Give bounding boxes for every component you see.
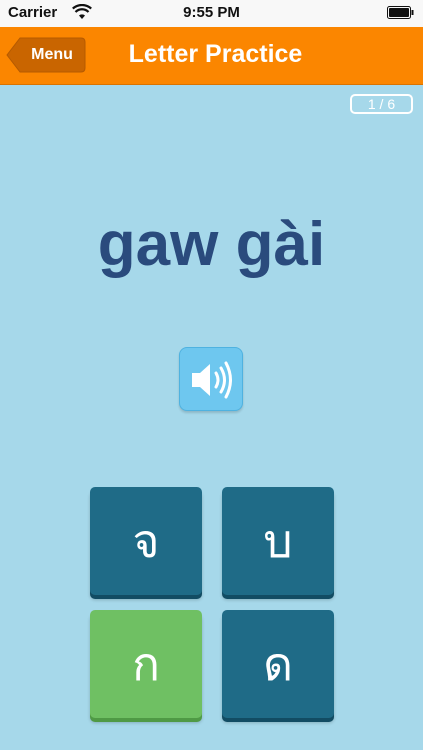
battery-icon — [387, 6, 414, 19]
answer-tile[interactable]: บ — [222, 487, 334, 595]
answer-tile[interactable]: จ — [90, 487, 202, 595]
progress-badge: 1 / 6 — [350, 94, 413, 114]
answer-tile[interactable]: ด — [222, 610, 334, 718]
romanization-prompt: gaw gài — [97, 210, 326, 279]
navigation-bar: Letter Practice Menu — [0, 27, 423, 85]
menu-back-button[interactable]: Menu — [6, 37, 86, 73]
menu-back-label: Menu — [31, 46, 73, 63]
play-sound-button[interactable] — [179, 347, 243, 411]
status-bar: Carrier 9:55 PM — [0, 0, 423, 27]
status-time: 9:55 PM — [183, 4, 240, 21]
answer-tile-correct[interactable]: ก — [90, 610, 202, 718]
speaker-icon — [192, 361, 232, 399]
